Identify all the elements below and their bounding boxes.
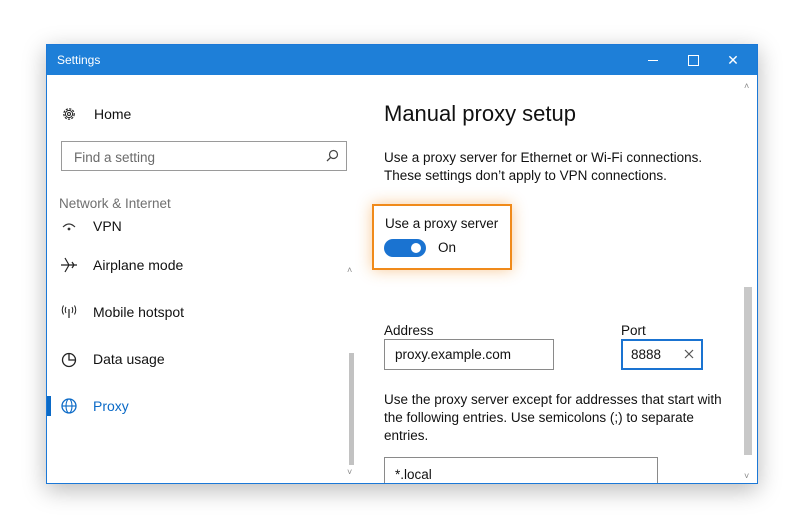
chevron-down-icon[interactable]: ˅ [744, 471, 749, 481]
address-input[interactable] [384, 339, 554, 370]
proxy-toggle-highlight: Use a proxy server On [372, 204, 512, 270]
globe-icon [59, 396, 79, 416]
close-button[interactable]: ✕ [713, 45, 753, 75]
sidebar: Home Network & Internet VPN [47, 75, 359, 483]
maximize-button[interactable] [673, 45, 713, 75]
clear-icon[interactable] [681, 346, 697, 362]
port-label: Port [621, 323, 646, 338]
page-title: Manual proxy setup [384, 101, 576, 126]
sidebar-scrollbar[interactable]: ˄ ˅ [345, 265, 357, 479]
proxy-description: Use a proxy server for Ethernet or Wi-Fi… [384, 150, 703, 183]
section-heading: Network & Internet [59, 196, 171, 211]
sidebar-item-data-usage[interactable]: Data usage [47, 336, 343, 382]
search-box[interactable] [61, 141, 347, 171]
search-icon[interactable] [324, 148, 340, 164]
maximize-icon [687, 54, 699, 66]
use-proxy-toggle[interactable] [384, 239, 426, 257]
toggle-state: On [438, 240, 457, 255]
toggle-knob [411, 243, 421, 253]
sidebar-item-label: Airplane mode [93, 257, 184, 273]
nav-list: VPN Airplane mode Mobile hotspot Data us… [47, 219, 343, 483]
window-title: Settings [57, 53, 101, 67]
sidebar-item-label: Mobile hotspot [93, 304, 185, 320]
chevron-up-icon[interactable]: ˄ [744, 81, 749, 91]
scroll-thumb[interactable] [349, 353, 354, 465]
home-link[interactable]: Home [59, 103, 131, 125]
home-label: Home [94, 106, 132, 122]
hotspot-icon [59, 302, 79, 322]
chevron-up-icon[interactable]: ˄ [347, 265, 352, 275]
address-label: Address [384, 323, 434, 338]
settings-window: Settings ✕ Home Find a setting Network &… [46, 44, 758, 484]
port-field[interactable] [621, 339, 703, 370]
close-icon: ✕ [727, 51, 739, 68]
sidebar-item-mobile-hotspot[interactable]: Mobile hotspot [47, 289, 343, 335]
exceptions-description: Use the proxy server except for addresse… [384, 392, 722, 443]
gear-icon [59, 104, 79, 124]
scroll-thumb[interactable] [744, 287, 752, 455]
port-input[interactable] [623, 341, 675, 368]
minimize-icon [648, 59, 658, 61]
sidebar-item-label: Proxy [93, 398, 129, 414]
sidebar-item-proxy[interactable]: Proxy [47, 383, 343, 429]
main-scrollbar[interactable]: ˄ ˅ [741, 81, 755, 481]
airplane-icon [59, 255, 79, 275]
exceptions-input[interactable]: *.local [384, 457, 658, 483]
data-usage-icon [59, 349, 79, 369]
toggle-label: Use a proxy server [385, 216, 499, 231]
minimize-button[interactable] [633, 45, 673, 75]
vpn-icon [59, 219, 79, 236]
sidebar-item-label: VPN [93, 219, 122, 234]
chevron-down-icon[interactable]: ˅ [347, 467, 352, 477]
sidebar-item-label: Data usage [93, 351, 165, 367]
sidebar-item-airplane-mode[interactable]: Airplane mode [47, 242, 343, 288]
title-bar[interactable]: Settings ✕ [47, 45, 757, 75]
search-input[interactable] [72, 146, 316, 168]
main-panel: Manual proxy setup Use a proxy server fo… [359, 75, 757, 483]
selection-indicator [47, 396, 51, 416]
